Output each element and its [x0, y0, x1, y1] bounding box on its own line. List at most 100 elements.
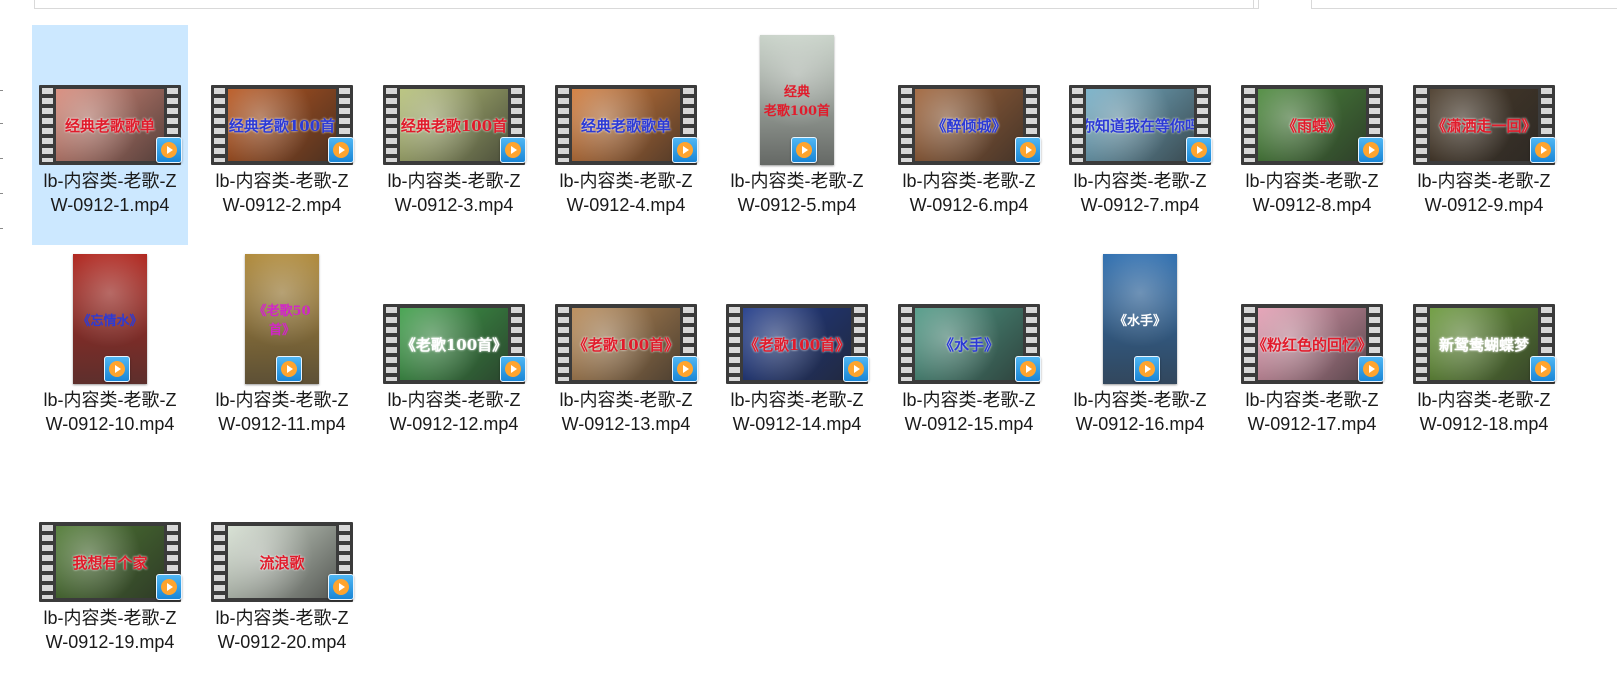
- video-thumbnail: 经典老歌歌单: [32, 25, 188, 165]
- file-name-label: lb-内容类-老歌-ZW-0912-17.mp4: [1245, 390, 1379, 434]
- file-name-label: lb-内容类-老歌-ZW-0912-12.mp4: [387, 390, 521, 434]
- thumbnail-title: 《老歌100首》: [572, 335, 680, 354]
- video-play-icon: [1358, 356, 1384, 382]
- video-thumbnail: 经典老歌100首: [376, 25, 532, 165]
- thumbnail-title: 《醉倾城》: [931, 116, 1007, 135]
- file-item[interactable]: 《水手》 lb-内容类-老歌-ZW-0912-15.mp4: [891, 244, 1047, 464]
- video-play-icon: [1134, 356, 1160, 382]
- file-item[interactable]: 《忘情水》 lb-内容类-老歌-ZW-0912-10.mp4: [32, 244, 188, 464]
- video-play-icon: [500, 356, 526, 382]
- file-name-label: lb-内容类-老歌-ZW-0912-5.mp4: [730, 171, 864, 215]
- video-play-icon: [500, 137, 526, 163]
- video-play-icon: [104, 356, 130, 382]
- file-item[interactable]: 《粉红色的回忆》 lb-内容类-老歌-ZW-0912-17.mp4: [1234, 244, 1390, 464]
- video-play-icon: [156, 574, 182, 600]
- nav-tick: [0, 158, 3, 159]
- file-name-label: lb-内容类-老歌-ZW-0912-16.mp4: [1073, 390, 1207, 434]
- nav-tick: [0, 90, 3, 91]
- thumbnail-title: 《忘情水》: [77, 313, 143, 329]
- video-thumbnail: 《老歌100首》: [719, 244, 875, 384]
- file-item[interactable]: 《潇洒走一回》 lb-内容类-老歌-ZW-0912-9.mp4: [1406, 25, 1562, 245]
- video-play-icon: [1186, 137, 1212, 163]
- file-name-label: lb-内容类-老歌-ZW-0912-9.mp4: [1417, 171, 1551, 215]
- video-thumbnail: 流浪歌: [204, 462, 360, 602]
- video-thumbnail: 新鸳鸯蝴蝶梦: [1406, 244, 1562, 384]
- thumbnail-title: 《潇洒走一回》: [1431, 116, 1537, 135]
- top-toolbar: [0, 0, 1617, 10]
- file-item[interactable]: 流浪歌 lb-内容类-老歌-ZW-0912-20.mp4: [204, 462, 360, 682]
- thumbnail-title: 经典 老歌100首: [763, 85, 831, 119]
- nav-tick: [0, 123, 3, 124]
- nav-tick: [0, 228, 3, 229]
- file-name-label: lb-内容类-老歌-ZW-0912-13.mp4: [559, 390, 693, 434]
- video-thumbnail: 《醉倾城》: [891, 25, 1047, 165]
- thumbnail-title: 新鸳鸯蝴蝶梦: [1438, 335, 1529, 354]
- file-name-label: lb-内容类-老歌-ZW-0912-4.mp4: [559, 171, 693, 215]
- video-thumbnail: 《水手》: [891, 244, 1047, 384]
- thumbnail-title: 经典老歌100首: [400, 116, 508, 135]
- file-item[interactable]: 《水手》 lb-内容类-老歌-ZW-0912-16.mp4: [1062, 244, 1218, 464]
- video-play-icon: [1530, 137, 1556, 163]
- video-thumbnail: 《老歌100首》: [548, 244, 704, 384]
- video-play-icon: [672, 137, 698, 163]
- video-play-icon: [791, 137, 817, 163]
- file-item[interactable]: 《老歌50首》 lb-内容类-老歌-ZW-0912-11.mp4: [204, 244, 360, 464]
- file-name-label: lb-内容类-老歌-ZW-0912-2.mp4: [215, 171, 349, 215]
- file-item[interactable]: 我想有个家 lb-内容类-老歌-ZW-0912-19.mp4: [32, 462, 188, 682]
- video-thumbnail: 经典 老歌100首: [719, 25, 875, 165]
- file-name-label: lb-内容类-老歌-ZW-0912-6.mp4: [902, 171, 1036, 215]
- file-item[interactable]: 你知道我在等你吗 lb-内容类-老歌-ZW-0912-7.mp4: [1062, 25, 1218, 245]
- file-name-label: lb-内容类-老歌-ZW-0912-18.mp4: [1417, 390, 1551, 434]
- video-thumbnail: 《粉红色的回忆》: [1234, 244, 1390, 384]
- thumbnail-title: 流浪歌: [259, 553, 305, 572]
- file-name-label: lb-内容类-老歌-ZW-0912-20.mp4: [215, 608, 349, 652]
- file-item[interactable]: 经典老歌歌单 lb-内容类-老歌-ZW-0912-4.mp4: [548, 25, 704, 245]
- video-thumbnail: 你知道我在等你吗: [1062, 25, 1218, 165]
- toolbar-divider: [1253, 0, 1254, 8]
- file-name-label: lb-内容类-老歌-ZW-0912-8.mp4: [1245, 171, 1379, 215]
- navigation-pane-edge: [0, 10, 12, 661]
- video-play-icon: [328, 574, 354, 600]
- video-play-icon: [1015, 356, 1041, 382]
- address-bar[interactable]: [34, 0, 1259, 9]
- video-thumbnail: 《老歌50首》: [204, 244, 360, 384]
- file-item[interactable]: 《雨蝶》 lb-内容类-老歌-ZW-0912-8.mp4: [1234, 25, 1390, 245]
- video-play-icon: [1015, 137, 1041, 163]
- video-play-icon: [1358, 137, 1384, 163]
- thumbnail-title: 经典老歌歌单: [580, 116, 671, 135]
- video-thumbnail: 《雨蝶》: [1234, 25, 1390, 165]
- file-name-label: lb-内容类-老歌-ZW-0912-19.mp4: [43, 608, 177, 652]
- video-thumbnail: 《水手》: [1062, 244, 1218, 384]
- file-item[interactable]: 新鸳鸯蝴蝶梦 lb-内容类-老歌-ZW-0912-18.mp4: [1406, 244, 1562, 464]
- file-name-label: lb-内容类-老歌-ZW-0912-15.mp4: [902, 390, 1036, 434]
- file-item[interactable]: 《老歌100首》 lb-内容类-老歌-ZW-0912-13.mp4: [548, 244, 704, 464]
- thumbnail-title: 《水手》: [938, 335, 999, 354]
- thumbnail-title: 你知道我在等你吗: [1086, 116, 1194, 135]
- thumbnail-title: 我想有个家: [72, 553, 148, 572]
- video-thumbnail: 《潇洒走一回》: [1406, 25, 1562, 165]
- file-name-label: lb-内容类-老歌-ZW-0912-3.mp4: [387, 171, 521, 215]
- nav-tick: [0, 193, 3, 194]
- file-item[interactable]: 经典老歌100首 lb-内容类-老歌-ZW-0912-3.mp4: [376, 25, 532, 245]
- file-name-label: lb-内容类-老歌-ZW-0912-11.mp4: [215, 390, 349, 434]
- thumbnail-title: 《水手》: [1113, 313, 1166, 329]
- video-thumbnail: 《忘情水》: [32, 244, 188, 384]
- video-play-icon: [276, 356, 302, 382]
- file-item[interactable]: 《老歌100首》 lb-内容类-老歌-ZW-0912-14.mp4: [719, 244, 875, 464]
- video-play-icon: [843, 356, 869, 382]
- video-play-icon: [156, 137, 182, 163]
- video-play-icon: [1530, 356, 1556, 382]
- video-thumbnail: 我想有个家: [32, 462, 188, 602]
- file-item[interactable]: 《醉倾城》 lb-内容类-老歌-ZW-0912-6.mp4: [891, 25, 1047, 245]
- file-item[interactable]: 经典老歌歌单 lb-内容类-老歌-ZW-0912-1.mp4: [32, 25, 188, 245]
- file-item[interactable]: 经典 老歌100首 lb-内容类-老歌-ZW-0912-5.mp4: [719, 25, 875, 245]
- file-item[interactable]: 经典老歌100首 lb-内容类-老歌-ZW-0912-2.mp4: [204, 25, 360, 245]
- search-box[interactable]: [1311, 0, 1617, 9]
- thumbnail-title: 《雨蝶》: [1281, 116, 1342, 135]
- file-name-label: lb-内容类-老歌-ZW-0912-10.mp4: [43, 390, 177, 434]
- file-name-label: lb-内容类-老歌-ZW-0912-7.mp4: [1073, 171, 1207, 215]
- video-play-icon: [328, 137, 354, 163]
- file-item[interactable]: 《老歌100首》 lb-内容类-老歌-ZW-0912-12.mp4: [376, 244, 532, 464]
- thumbnail-title: 《老歌50首》: [253, 304, 311, 338]
- thumbnail-title: 《老歌100首》: [400, 335, 508, 354]
